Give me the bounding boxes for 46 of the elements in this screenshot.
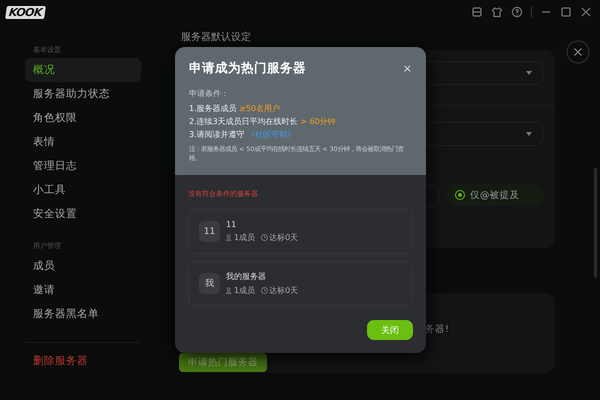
help-icon[interactable] bbox=[511, 6, 523, 18]
shirt-icon[interactable] bbox=[491, 6, 503, 18]
sidebar-item[interactable]: 表情 bbox=[25, 130, 141, 154]
server-card[interactable]: 11 11 1成员 达标0天 bbox=[188, 209, 413, 254]
logo: KOOK bbox=[5, 6, 46, 18]
mailbox-icon[interactable] bbox=[471, 6, 483, 18]
condition-text: 1.服务器成员 ≥50名用户 bbox=[189, 103, 282, 115]
clock-icon bbox=[261, 234, 268, 241]
conditions-label: 申请条件： bbox=[189, 88, 230, 99]
close-button[interactable]: × bbox=[402, 62, 412, 75]
sidebar-item[interactable]: 邀请 bbox=[25, 278, 141, 302]
radio-option[interactable]: 仅@被提及 bbox=[447, 184, 543, 206]
condition-text: 3.请阅读并遵守 《社区守则》 bbox=[189, 129, 296, 141]
sidebar-item[interactable]: 概况 bbox=[25, 58, 141, 82]
member-count: 1成员 bbox=[234, 285, 256, 296]
member-count: 1成员 bbox=[234, 232, 256, 243]
days-count: 达标0天 bbox=[269, 232, 298, 243]
sidebar-item[interactable]: 成员 bbox=[25, 254, 141, 278]
dialog-title: 申请成为热门服务器 bbox=[189, 60, 306, 77]
clock-icon bbox=[261, 287, 268, 294]
sidebar-item[interactable]: 管理日志 bbox=[25, 154, 141, 178]
caret-icon bbox=[526, 71, 532, 75]
maximize-icon[interactable] bbox=[560, 6, 572, 18]
people-icon bbox=[226, 234, 233, 241]
sidebar-item[interactable]: 角色权限 bbox=[25, 106, 141, 130]
people-icon bbox=[226, 287, 233, 294]
server-card[interactable]: 我 我的服务器 1成员 达标0天 bbox=[188, 261, 413, 306]
close-icon[interactable] bbox=[580, 6, 592, 18]
radio-label: 仅@被提及 bbox=[470, 188, 520, 202]
radio-button[interactable] bbox=[455, 190, 465, 200]
server-avatar: 11 bbox=[199, 221, 220, 242]
caret-icon bbox=[526, 132, 532, 136]
scrollbar[interactable] bbox=[594, 168, 597, 278]
server-avatar: 我 bbox=[199, 273, 220, 294]
close-icon[interactable] bbox=[566, 40, 590, 64]
server-name: 我的服务器 bbox=[226, 271, 267, 282]
sidebar-item[interactable]: 服务器黑名单 bbox=[25, 302, 141, 326]
days-count: 达标0天 bbox=[269, 285, 298, 296]
condition-text: 2.连续3天成员日平均在线时长 > 60分钟 bbox=[189, 116, 337, 128]
card-text: 务器! bbox=[425, 323, 449, 336]
server-name: 11 bbox=[226, 220, 238, 229]
section-title: 服务器默认设定 bbox=[181, 32, 252, 45]
sidebar-item[interactable]: 安全设置 bbox=[25, 202, 141, 226]
sidebar-item[interactable]: 小工具 bbox=[25, 178, 141, 202]
sidebar-item[interactable]: 服务器助力状态 bbox=[25, 82, 141, 106]
delete-server-item[interactable]: 删除服务器 bbox=[25, 349, 141, 373]
